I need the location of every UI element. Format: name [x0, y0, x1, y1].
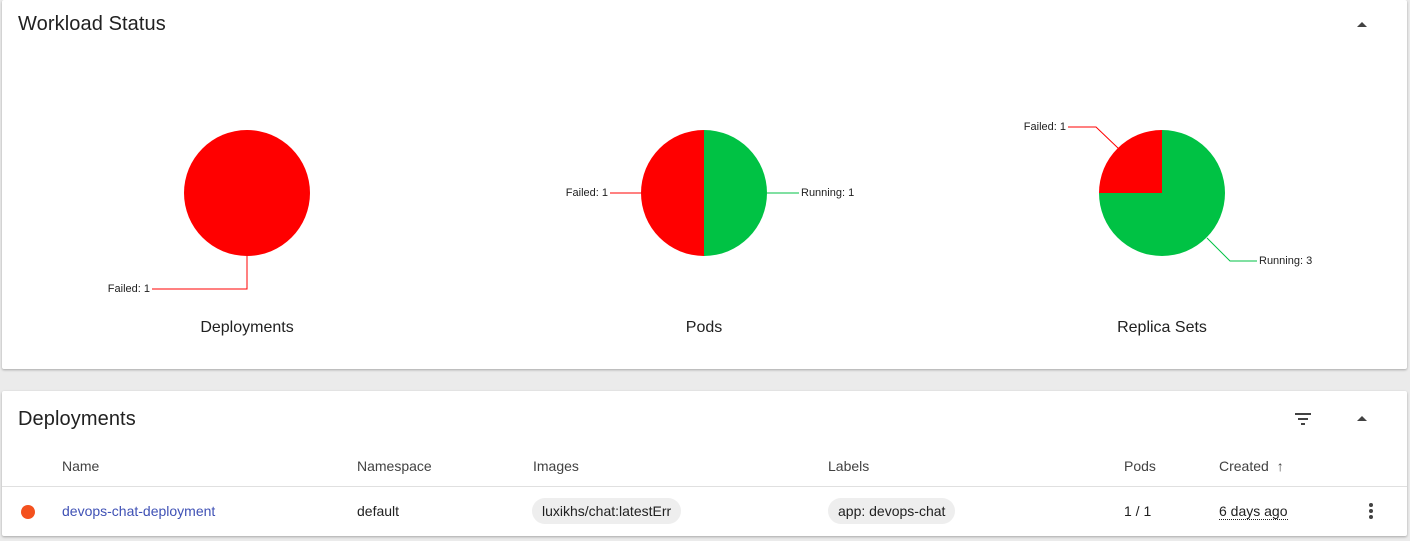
chart-title-deployments: Deployments [200, 319, 294, 336]
deployment-namespace: default [357, 503, 400, 519]
collapse-icon [1357, 416, 1367, 421]
image-chip: luxikhs/chat:latestErr [532, 498, 682, 524]
pie-leader-line [1206, 237, 1257, 262]
chart-title-pods: Pods [685, 319, 723, 336]
sort-arrow-icon: ↑ [1276, 458, 1284, 474]
column-header-labels: Labels [828, 458, 870, 474]
pie-label: Running: 1 [801, 187, 854, 199]
created-age: 6 days ago [1219, 503, 1288, 520]
deployments-card: Deployments Name Namespace Images Labels… [2, 391, 1407, 536]
pie-leader-line [152, 256, 248, 290]
chart-title-replica-sets: Replica Sets [1117, 319, 1207, 336]
workload-status-card: Workload Status Failed: 1 Running: 1 Faile… [2, 0, 1407, 369]
column-header-created-label: Created [1219, 458, 1269, 474]
header-divider [2, 486, 1407, 487]
pie-label: Failed: 1 [1024, 121, 1066, 133]
column-header-created[interactable]: Created ↑ [1219, 458, 1284, 474]
collapse-deployments-button[interactable] [1350, 407, 1374, 431]
pie-slice [184, 130, 310, 256]
pie-label: Failed: 1 [566, 187, 608, 199]
deployments-title: Deployments [18, 408, 136, 430]
deployment-name-link[interactable]: devops-chat-deployment [62, 503, 215, 519]
column-header-images: Images [533, 458, 579, 474]
column-header-name[interactable]: Name [62, 458, 99, 474]
deployment-name[interactable]: devops-chat-deployment [62, 503, 215, 519]
status-error-icon [21, 505, 35, 519]
pie-leader-line [1068, 126, 1120, 150]
pie-slice [704, 130, 767, 256]
row-actions-button[interactable] [1359, 499, 1383, 523]
pie-slice [641, 130, 704, 256]
filter-button[interactable] [1291, 407, 1315, 431]
pie-label: Failed: 1 [108, 283, 150, 295]
pie-label: Running: 3 [1259, 255, 1312, 267]
more-vert-icon [1369, 503, 1373, 519]
deployment-created: 6 days ago [1219, 503, 1288, 520]
filter-icon [1295, 413, 1311, 425]
column-header-pods: Pods [1124, 458, 1156, 474]
column-header-namespace[interactable]: Namespace [357, 458, 432, 474]
deployment-pods: 1 / 1 [1124, 503, 1152, 519]
label-chip: app: devops-chat [828, 498, 956, 524]
workload-charts: Failed: 1 Running: 1 Failed: 1 Running: 3 Fa… [108, 121, 1312, 295]
